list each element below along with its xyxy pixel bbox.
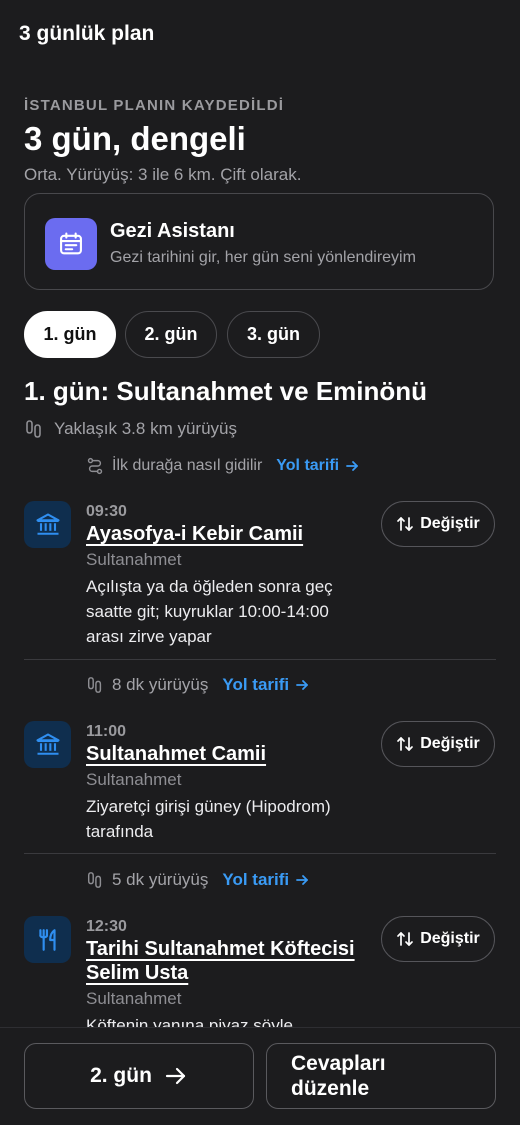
restaurant-icon: [24, 916, 71, 963]
trip-assistant-card[interactable]: Gezi Asistanı Gezi tarihini gir, her gün…: [24, 193, 494, 290]
screen-title: 3 günlük plan: [19, 22, 155, 45]
calendar-icon: [45, 218, 97, 270]
bottom-action-bar: 2. gün Cevapları düzenle: [0, 1027, 520, 1125]
plan-heading: 3 gün, dengeli: [24, 120, 246, 157]
stop-area: Sultanahmet: [86, 770, 182, 789]
stop-name[interactable]: Tarihi Sultanahmet Köftecisi Selim Usta: [86, 937, 366, 985]
walk-total-text: Yaklaşık 3.8 km yürüyüş: [54, 419, 237, 438]
tab-day-2[interactable]: 2. gün: [125, 311, 217, 358]
arrow-right-icon: [296, 680, 309, 690]
walk-route-link[interactable]: Yol tarifi: [222, 675, 309, 695]
route-icon: [87, 457, 103, 475]
walk-duration: 5 dk yürüyüş: [112, 870, 209, 889]
walk-segment: 5 dk yürüyüş Yol tarifi: [86, 868, 309, 892]
change-stop-label: Değiştir: [420, 735, 480, 752]
assistant-title: Gezi Asistanı: [110, 220, 235, 242]
change-stop-label: Değiştir: [420, 930, 480, 947]
swap-icon: [397, 932, 414, 946]
tab-day-1[interactable]: 1. gün: [24, 311, 116, 358]
saved-eyebrow: İSTANBUL PLANIN KAYDEDİLDİ: [24, 97, 285, 114]
arrow-right-icon: [296, 875, 309, 885]
divider: [24, 853, 496, 854]
first-route-link[interactable]: Yol tarifi: [276, 457, 359, 475]
stop-time: 12:30: [86, 918, 127, 935]
stop-time: 11:00: [86, 723, 127, 740]
stop-note: Açılışta ya da öğleden sonra geç saatte …: [86, 577, 333, 646]
edit-answers-button[interactable]: Cevapları düzenle: [266, 1043, 496, 1109]
walk-route-link-label: Yol tarifi: [222, 870, 290, 889]
next-day-label: 2. gün: [90, 1064, 152, 1087]
arrow-right-icon: [165, 1067, 186, 1085]
stop-note: Ziyaretçi girişi güney (Hipodrom) tarafı…: [86, 797, 331, 841]
museum-icon: [24, 721, 71, 768]
top-bar: 3 günlük plan: [0, 0, 520, 72]
tab-day-3[interactable]: 3. gün: [227, 311, 320, 358]
swap-icon: [397, 517, 414, 531]
footprints-icon: [87, 872, 102, 888]
edit-answers-label: Cevapları düzenle: [291, 1052, 386, 1100]
divider: [24, 659, 496, 660]
stop-name[interactable]: Sultanahmet Camii: [86, 742, 366, 766]
first-route-link-label: Yol tarifi: [276, 457, 340, 474]
plan-screen: 3 günlük plan İSTANBUL PLANIN KAYDEDİLDİ…: [0, 0, 520, 1125]
stop-time: 09:30: [86, 503, 127, 520]
footprints-icon: [26, 420, 41, 438]
day-title: 1. gün: Sultanahmet ve Eminönü: [24, 376, 428, 406]
change-stop-label: Değiştir: [420, 515, 480, 532]
change-stop-button[interactable]: Değiştir: [381, 916, 495, 962]
first-route-row: İlk durağa nasıl gidilir Yol tarifi: [86, 454, 359, 478]
walk-total: Yaklaşık 3.8 km yürüyüş: [24, 417, 237, 441]
footprints-icon: [87, 677, 102, 693]
stop-name[interactable]: Ayasofya-i Kebir Camii: [86, 522, 366, 546]
walk-route-link-label: Yol tarifi: [222, 675, 290, 694]
change-stop-button[interactable]: Değiştir: [381, 501, 495, 547]
first-route-text: İlk durağa nasıl gidilir: [112, 457, 263, 474]
walk-duration: 8 dk yürüyüş: [112, 675, 209, 694]
museum-icon: [24, 501, 71, 548]
walk-route-link[interactable]: Yol tarifi: [222, 870, 309, 890]
stop-area: Sultanahmet: [86, 550, 182, 569]
swap-icon: [397, 737, 414, 751]
plan-summary: Orta. Yürüyüş: 3 ile 6 km. Çift olarak.: [24, 165, 302, 184]
change-stop-button[interactable]: Değiştir: [381, 721, 495, 767]
walk-segment: 8 dk yürüyüş Yol tarifi: [86, 673, 309, 697]
arrow-right-icon: [346, 461, 359, 471]
assistant-subtitle: Gezi tarihini gir, her gün seni yönlendi…: [110, 249, 416, 266]
stop-area: Sultanahmet: [86, 989, 182, 1008]
next-day-button[interactable]: 2. gün: [24, 1043, 254, 1109]
